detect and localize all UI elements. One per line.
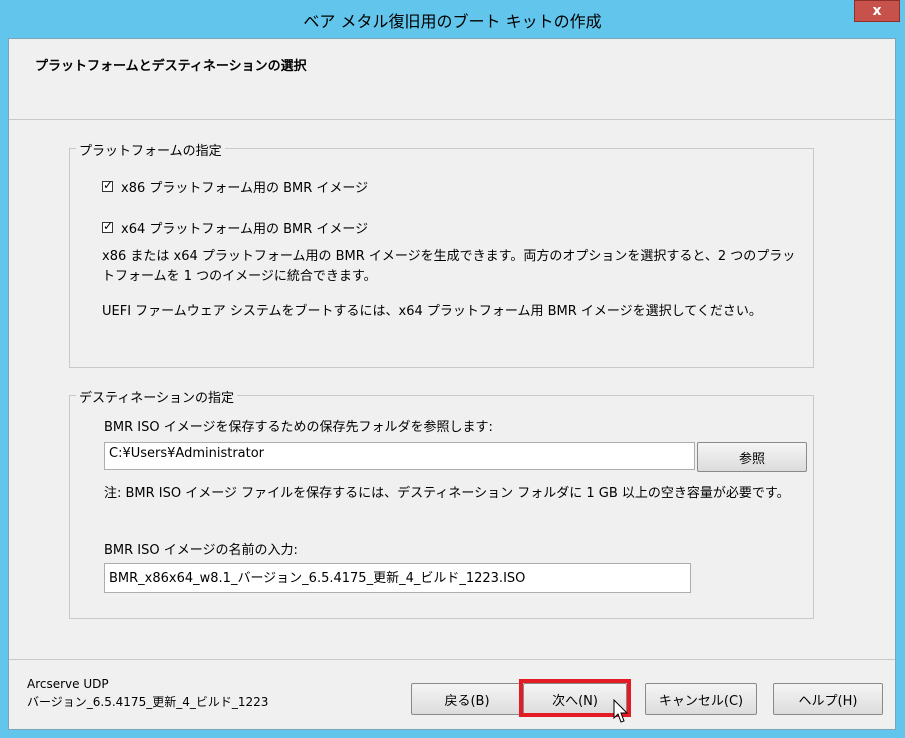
- uefi-note: UEFI ファームウェア システムをブートするには、x64 プラットフォーム用 …: [102, 304, 762, 319]
- destination-group-legend: デスティネーションの指定: [76, 387, 237, 406]
- iso-name-input[interactable]: BMR_x86x64_w8.1_バージョン_6.5.4175_更新_4_ビルド_…: [104, 563, 691, 593]
- cancel-button[interactable]: キャンセル(C): [645, 683, 757, 715]
- page-title: プラットフォームとデスティネーションの選択: [35, 59, 307, 74]
- iso-name-label: BMR ISO イメージの名前の入力:: [104, 543, 298, 558]
- header-panel: プラットフォームとデスティネーションの選択: [9, 39, 895, 120]
- close-icon: x: [872, 3, 882, 19]
- check-icon: ✓: [103, 219, 114, 233]
- help-button[interactable]: ヘルプ(H): [773, 683, 883, 715]
- window-title: ベア メタル復旧用のブート キットの作成: [303, 12, 602, 31]
- platform-group-legend: プラットフォームの指定: [76, 140, 225, 159]
- check-icon: ✓: [103, 178, 114, 192]
- footer-divider: [9, 659, 895, 660]
- x64-option-label: x64 プラットフォーム用の BMR イメージ: [121, 222, 369, 237]
- close-button[interactable]: x: [854, 0, 900, 22]
- x86-checkbox[interactable]: ✓: [102, 178, 114, 192]
- folder-label: BMR ISO イメージを保存するための保存先フォルダを参照します:: [104, 420, 493, 435]
- platform-group: プラットフォームの指定 ✓ x86 プラットフォーム用の BMR イメージ ✓ …: [69, 140, 814, 368]
- dialog-body: プラットフォームとデスティネーションの選択 プラットフォームの指定 ✓ x86 …: [8, 38, 896, 730]
- x86-option[interactable]: ✓ x86 プラットフォーム用の BMR イメージ: [102, 177, 368, 196]
- mouse-pointer-icon: [613, 699, 629, 723]
- x64-option[interactable]: ✓ x64 プラットフォーム用の BMR イメージ: [102, 218, 368, 237]
- folder-input[interactable]: C:¥Users¥Administrator: [104, 442, 695, 470]
- destination-group: デスティネーションの指定 BMR ISO イメージを保存するための保存先フォルダ…: [69, 387, 814, 619]
- platform-description: x86 または x64 プラットフォーム用の BMR イメージを生成できます。両…: [102, 249, 796, 284]
- browse-button[interactable]: 参照: [697, 442, 807, 472]
- back-button[interactable]: 戻る(B): [411, 683, 523, 715]
- x86-option-label: x86 プラットフォーム用の BMR イメージ: [121, 181, 369, 196]
- title-bar[interactable]: ベア メタル復旧用のブート キットの作成 x: [0, 0, 905, 38]
- free-space-note: 注: BMR ISO イメージ ファイルを保存するには、デスティネーション フォ…: [104, 486, 790, 501]
- x64-checkbox[interactable]: ✓: [102, 219, 114, 233]
- version-text: バージョン_6.5.4175_更新_4_ビルド_1223: [27, 695, 269, 709]
- product-name: Arcserve UDP: [27, 677, 109, 691]
